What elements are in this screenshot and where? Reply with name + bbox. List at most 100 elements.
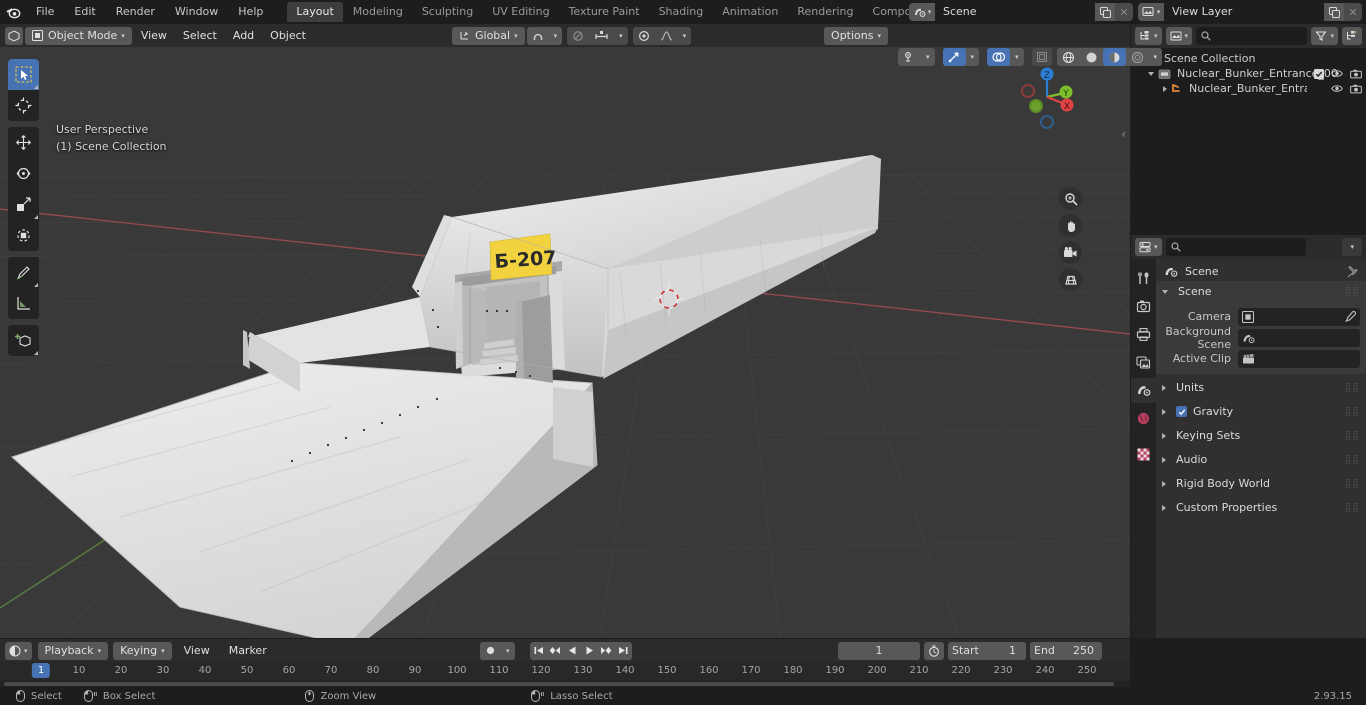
record-icon[interactable] bbox=[480, 642, 501, 660]
editor-type-button[interactable] bbox=[5, 26, 23, 45]
frame-end-field[interactable]: End 250 bbox=[1030, 641, 1102, 660]
timeline-menu-keying[interactable]: Keying ▾ bbox=[113, 641, 172, 660]
texture-tab[interactable] bbox=[1131, 442, 1156, 467]
collection-checkbox[interactable] bbox=[1314, 68, 1324, 79]
panel-gravity-header[interactable]: Gravity ⣿⣿ bbox=[1156, 401, 1366, 422]
properties-search-input[interactable] bbox=[1165, 238, 1306, 256]
3d-viewport[interactable]: Б-207 User Perspective (1) Scene Collect… bbox=[0, 47, 1130, 638]
visibility-dropdown[interactable]: ▾ bbox=[921, 48, 935, 66]
outliner-display-mode-button[interactable]: ▾ bbox=[1135, 27, 1162, 45]
panel-units-header[interactable]: Units ⣿⣿ bbox=[1156, 377, 1366, 398]
blender-logo-icon[interactable] bbox=[0, 0, 26, 24]
eyedropper-icon[interactable] bbox=[1344, 310, 1356, 323]
jump-to-next-keyframe-icon[interactable] bbox=[598, 642, 615, 660]
properties-options-dropdown[interactable]: ▾ bbox=[1342, 238, 1362, 256]
tweak-select-tool[interactable] bbox=[8, 59, 39, 90]
tab-rendering[interactable]: Rendering bbox=[788, 2, 862, 22]
navigation-gizmo[interactable]: Z Y X bbox=[1012, 60, 1082, 130]
duplicate-icon[interactable] bbox=[1095, 3, 1115, 21]
panel-scene-header[interactable]: Scene ⣿⣿ bbox=[1156, 281, 1366, 302]
proportional-toggle-icon[interactable] bbox=[633, 27, 655, 45]
tab-texture-paint[interactable]: Texture Paint bbox=[560, 2, 649, 22]
wireframe-shading-icon[interactable] bbox=[1057, 48, 1080, 66]
menu-help[interactable]: Help bbox=[228, 3, 273, 21]
falloff-dropdown[interactable]: ▾ bbox=[678, 27, 692, 45]
timeline-menu-view[interactable]: View bbox=[177, 642, 217, 660]
current-frame-field[interactable]: 1 bbox=[838, 641, 920, 660]
jump-to-start-icon[interactable] bbox=[530, 642, 547, 660]
new-collection-icon[interactable] bbox=[1342, 27, 1362, 45]
viewlayer-datablock[interactable]: ▾ View Layer ✕ bbox=[1138, 3, 1362, 21]
timeline-menu-playback[interactable]: Playback ▾ bbox=[37, 641, 109, 660]
visibility-icon[interactable] bbox=[898, 48, 921, 66]
tab-animation[interactable]: Animation bbox=[713, 2, 787, 22]
annotate-tool[interactable] bbox=[8, 257, 39, 288]
pin-icon[interactable] bbox=[1346, 265, 1358, 277]
rotate-tool[interactable] bbox=[8, 158, 39, 189]
menu-render[interactable]: Render bbox=[106, 3, 165, 21]
xray-icon[interactable] bbox=[1031, 48, 1052, 66]
transform-tool[interactable] bbox=[8, 220, 39, 251]
background-scene-field[interactable] bbox=[1238, 328, 1360, 347]
panel-custom-properties-header[interactable]: Custom Properties ⣿⣿ bbox=[1156, 497, 1366, 518]
camera-icon[interactable] bbox=[1350, 84, 1362, 94]
funnel-icon[interactable]: ▾ bbox=[1311, 27, 1338, 45]
viewport-menu-select[interactable]: Select bbox=[176, 27, 224, 45]
solid-shading-icon[interactable] bbox=[1080, 48, 1103, 66]
panel-audio-header[interactable]: Audio ⣿⣿ bbox=[1156, 449, 1366, 470]
tab-modeling[interactable]: Modeling bbox=[344, 2, 412, 22]
timeline-horizontal-scrollbar[interactable] bbox=[4, 682, 1114, 686]
outliner-search-input[interactable] bbox=[1196, 27, 1308, 45]
measure-tool[interactable] bbox=[8, 288, 39, 319]
render-tab[interactable] bbox=[1131, 294, 1156, 319]
scene-name-field[interactable]: Scene bbox=[935, 3, 1095, 21]
tab-sculpting[interactable]: Sculpting bbox=[413, 2, 482, 22]
view-layer-tab[interactable] bbox=[1131, 350, 1156, 375]
gravity-checkbox[interactable] bbox=[1176, 406, 1187, 417]
viewport-menu-add[interactable]: Add bbox=[226, 27, 261, 45]
timeline-editor-type-button[interactable]: ▾ bbox=[5, 641, 32, 660]
eye-icon[interactable] bbox=[1331, 69, 1343, 78]
playhead[interactable]: 1 bbox=[31, 663, 51, 678]
zoom-view-icon[interactable] bbox=[1059, 187, 1082, 210]
overlays-icon[interactable] bbox=[987, 48, 1011, 66]
menu-edit[interactable]: Edit bbox=[64, 3, 105, 21]
rendered-shading-icon[interactable] bbox=[1126, 48, 1149, 66]
pan-view-icon[interactable] bbox=[1059, 214, 1082, 237]
transform-orientation-dropdown[interactable]: Global ▾ bbox=[452, 26, 525, 45]
material-preview-shading-icon[interactable] bbox=[1102, 48, 1126, 66]
scale-tool[interactable] bbox=[8, 189, 39, 220]
frame-start-field[interactable]: Start 1 bbox=[948, 641, 1026, 660]
active-clip-field[interactable] bbox=[1238, 349, 1360, 368]
play-icon[interactable] bbox=[581, 642, 598, 660]
snapping-dropdown[interactable]: ▾ bbox=[549, 27, 563, 45]
jump-to-prev-keyframe-icon[interactable] bbox=[547, 642, 564, 660]
move-tool[interactable] bbox=[8, 127, 39, 158]
auto-key-dropdown[interactable]: ▾ bbox=[501, 642, 515, 660]
tool-tab[interactable] bbox=[1131, 266, 1156, 291]
scene-datablock[interactable]: ▾ Scene ✕ bbox=[909, 3, 1133, 21]
camera-field[interactable] bbox=[1238, 307, 1360, 326]
duplicate-icon[interactable] bbox=[1324, 3, 1344, 21]
smooth-falloff-icon[interactable] bbox=[655, 27, 678, 45]
timeline-menu-marker[interactable]: Marker bbox=[222, 642, 274, 660]
viewport-options-button[interactable]: Options ▾ bbox=[824, 26, 888, 45]
stopwatch-icon[interactable] bbox=[924, 641, 944, 660]
overlays-dropdown[interactable]: ▾ bbox=[1010, 48, 1024, 66]
outliner-filter-scene-button[interactable]: ▾ bbox=[1165, 27, 1193, 45]
snap-increment-icon[interactable] bbox=[589, 27, 614, 45]
timeline-ruler[interactable]: 1 10 20 30 40 50 60 70 80 90 100 110 120… bbox=[0, 662, 1130, 681]
chevron-right-icon[interactable] bbox=[1163, 85, 1167, 92]
object-mode-dropdown[interactable]: Object Mode ▾ bbox=[25, 26, 132, 45]
scene-tab[interactable] bbox=[1131, 378, 1156, 403]
eye-icon[interactable] bbox=[1331, 84, 1343, 93]
panel-rigid-body-world-header[interactable]: Rigid Body World ⣿⣿ bbox=[1156, 473, 1366, 494]
tab-layout[interactable]: Layout bbox=[287, 2, 343, 22]
scene-icon[interactable]: ▾ bbox=[909, 3, 935, 21]
chevron-down-icon[interactable] bbox=[1148, 71, 1154, 76]
menu-window[interactable]: Window bbox=[165, 3, 228, 21]
outliner-row-bunker-object[interactable]: Nuclear_Bunker_Entranc bbox=[1131, 81, 1366, 96]
tab-shading[interactable]: Shading bbox=[650, 2, 713, 22]
viewport-menu-object[interactable]: Object bbox=[263, 27, 313, 45]
shading-dropdown[interactable]: ▾ bbox=[1149, 48, 1163, 66]
